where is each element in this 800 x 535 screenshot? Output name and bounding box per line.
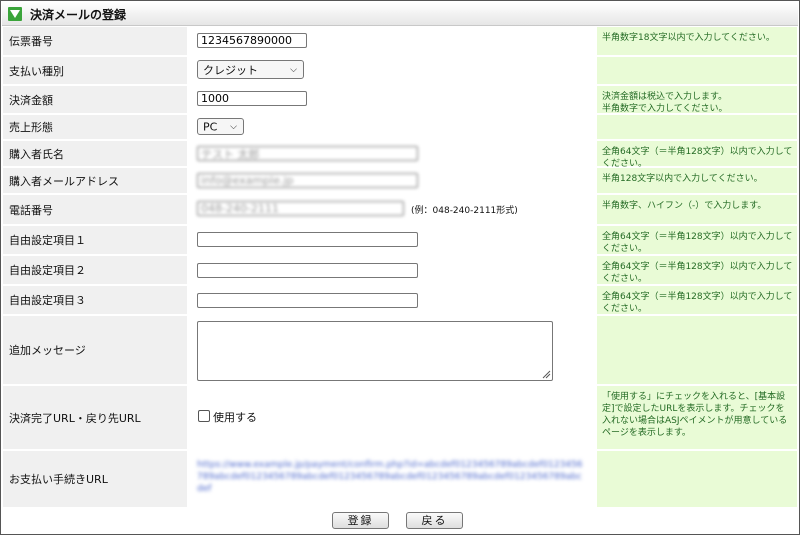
payment-type-select[interactable]: クレジット ⌵ [197, 60, 304, 79]
collapse-triangle-icon[interactable] [8, 7, 22, 21]
label-slip-number: 伝票番号 [9, 35, 53, 48]
help-phone: 半角数字、ハイフン（-）で入力します。 [602, 201, 767, 211]
row-phone: 電話番号 (例：048-240-2111形式) 半角数字、ハイフン（-）で入力し… [3, 195, 797, 224]
label-message: 追加メッセージ [9, 344, 86, 357]
label-free2: 自由設定項目２ [9, 264, 86, 277]
buyer-email-input[interactable] [197, 173, 418, 188]
free1-input[interactable] [197, 232, 418, 247]
back-button[interactable]: 戻る [406, 512, 463, 529]
chevron-down-icon: ⌵ [230, 121, 237, 132]
free2-input[interactable] [197, 263, 418, 278]
message-textarea[interactable] [197, 321, 553, 381]
panel-header: 決済メールの登録 [2, 2, 798, 26]
amount-input[interactable] [197, 91, 307, 106]
help-free2: 全角64文字（＝半角128文字）以内で入力してください。 [602, 262, 793, 284]
label-free1: 自由設定項目１ [9, 234, 86, 247]
row-message: 追加メッセージ [3, 316, 797, 384]
use-completion-url-checkbox[interactable] [198, 410, 210, 422]
label-buyer-name: 購入者氏名 [9, 147, 64, 161]
help-buyer-email: 半角128文字以内で入力してください。 [602, 174, 763, 184]
slip-number-input[interactable] [197, 33, 307, 48]
help-buyer-name: 全角64文字（＝半角128文字）以内で入力してください。 [602, 147, 793, 169]
row-free2: 自由設定項目２ 全角64文字（＝半角128文字）以内で入力してください。 [3, 256, 797, 284]
row-amount: 決済金額 決済金額は税込で入力します。 半角数字で入力してください。 [3, 86, 797, 114]
help-slip-number: 半角数字18文字以内で入力してください。 [602, 33, 775, 43]
free3-input[interactable] [197, 293, 418, 308]
label-phone: 電話番号 [9, 203, 53, 217]
label-free3: 自由設定項目３ [9, 294, 86, 307]
row-slip-number: 伝票番号 半角数字18文字以内で入力してください。 [3, 27, 797, 55]
label-amount: 決済金額 [9, 93, 53, 107]
row-completion-url: 決済完了URL・戻り先URL 使用する 「使用する」にチェックを入れると、[基本… [3, 386, 797, 449]
form-panel: 決済メールの登録 伝票番号 半角数字18文字以内で入力してください。 支払い種別… [0, 0, 800, 535]
sales-type-select[interactable]: PC ⌵ [197, 118, 244, 135]
label-payment-url: お支払い手続きURL [9, 473, 108, 486]
register-button[interactable]: 登録 [332, 512, 389, 529]
help-amount: 決済金額は税込で入力します。 半角数字で入力してください。 [602, 92, 728, 114]
label-buyer-email: 購入者メールアドレス [9, 174, 119, 188]
payment-type-selected: クレジット [203, 63, 258, 77]
help-completion-url: 「使用する」にチェックを入れると、[基本設定]で設定したURLを表示します。チェ… [602, 392, 788, 438]
phone-input[interactable] [197, 201, 404, 216]
row-payment-url: お支払い手続きURL https://www.example.jp/paymen… [3, 451, 797, 507]
row-free1: 自由設定項目１ 全角64文字（＝半角128文字）以内で入力してください。 [3, 226, 797, 254]
row-buyer-email: 購入者メールアドレス 半角128文字以内で入力してください。 [3, 168, 797, 193]
use-completion-url-label[interactable]: 使用する [213, 409, 257, 425]
row-buyer-name: 購入者氏名 全角64文字（＝半角128文字）以内で入力してください。 [3, 141, 797, 169]
row-payment-type: 支払い種別 クレジット ⌵ [3, 57, 797, 84]
chevron-down-icon: ⌵ [290, 64, 297, 75]
label-sales-type: 売上形態 [9, 121, 53, 134]
page-title: 決済メールの登録 [30, 8, 127, 22]
payment-url-link[interactable]: https://www.example.jp/payment/confirm.p… [197, 459, 587, 495]
help-free1: 全角64文字（＝半角128文字）以内で入力してください。 [602, 232, 793, 254]
buyer-name-input[interactable] [197, 146, 418, 161]
label-payment-type: 支払い種別 [9, 64, 64, 78]
sales-type-selected: PC [203, 120, 218, 133]
row-free3: 自由設定項目３ 全角64文字（＝半角128文字）以内で入力してください。 [3, 286, 797, 314]
help-free3: 全角64文字（＝半角128文字）以内で入力してください。 [602, 292, 793, 314]
label-completion-url: 決済完了URL・戻り先URL [9, 411, 141, 425]
row-sales-type: 売上形態 PC ⌵ [3, 115, 797, 139]
resize-grip-icon[interactable] [541, 369, 551, 379]
phone-format-example: (例：048-240-2111形式) [411, 206, 518, 216]
